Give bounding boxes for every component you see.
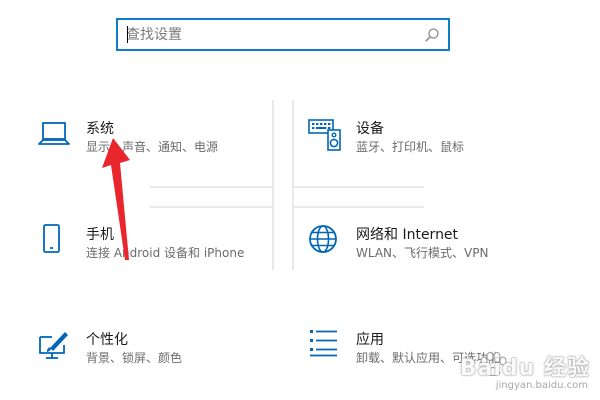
- watermark: Baidu 经验 jingyan.baidu.com: [442, 350, 592, 394]
- pane-divider: [294, 186, 424, 188]
- paint-brush-icon: [39, 332, 68, 359]
- annotation-arrow: [102, 138, 130, 260]
- keyboard-speaker-icon: [308, 119, 341, 151]
- tile-description: WLAN、飞行模式、VPN: [356, 246, 489, 260]
- phone-icon: [43, 224, 60, 253]
- watermark-brand: Baidu 经验: [459, 356, 590, 381]
- pane-divider: [294, 206, 424, 208]
- tile-system[interactable]: 系统 显示、声音、通知、电源: [38, 118, 248, 174]
- tile-network[interactable]: 网络和 Internet WLAN、飞行模式、VPN: [308, 224, 518, 280]
- tile-title: 设备: [356, 121, 384, 137]
- text-caret: [127, 26, 128, 43]
- pane-divider: [272, 100, 274, 270]
- apps-list-icon: [310, 330, 337, 357]
- tile-description: 蓝牙、打印机、鼠标: [356, 140, 465, 154]
- tile-phone[interactable]: 手机 连接 Android 设备和 iPhone: [38, 224, 248, 280]
- tile-description: 背景、锁屏、颜色: [86, 351, 183, 365]
- search-input[interactable]: [126, 20, 416, 49]
- pane-divider: [150, 186, 274, 188]
- pane-divider: [150, 206, 274, 208]
- search-box[interactable]: [116, 18, 450, 51]
- settings-window: 系统 显示、声音、通知、电源 设备 蓝牙、打印机、鼠标 手机 连接 Andro: [0, 0, 600, 400]
- tile-title: 应用: [356, 332, 384, 348]
- watermark-url: jingyan.baidu.com: [495, 380, 588, 391]
- tile-devices[interactable]: 设备 蓝牙、打印机、鼠标: [308, 118, 518, 174]
- tile-personalization[interactable]: 个性化 背景、锁屏、颜色: [38, 329, 248, 385]
- tile-title: 系统: [86, 121, 114, 137]
- tile-title: 个性化: [86, 332, 128, 348]
- search-icon[interactable]: [424, 27, 440, 43]
- globe-icon: [309, 225, 337, 253]
- laptop-icon: [38, 122, 70, 145]
- pane-divider: [292, 100, 294, 270]
- tile-title: 网络和 Internet: [356, 227, 459, 243]
